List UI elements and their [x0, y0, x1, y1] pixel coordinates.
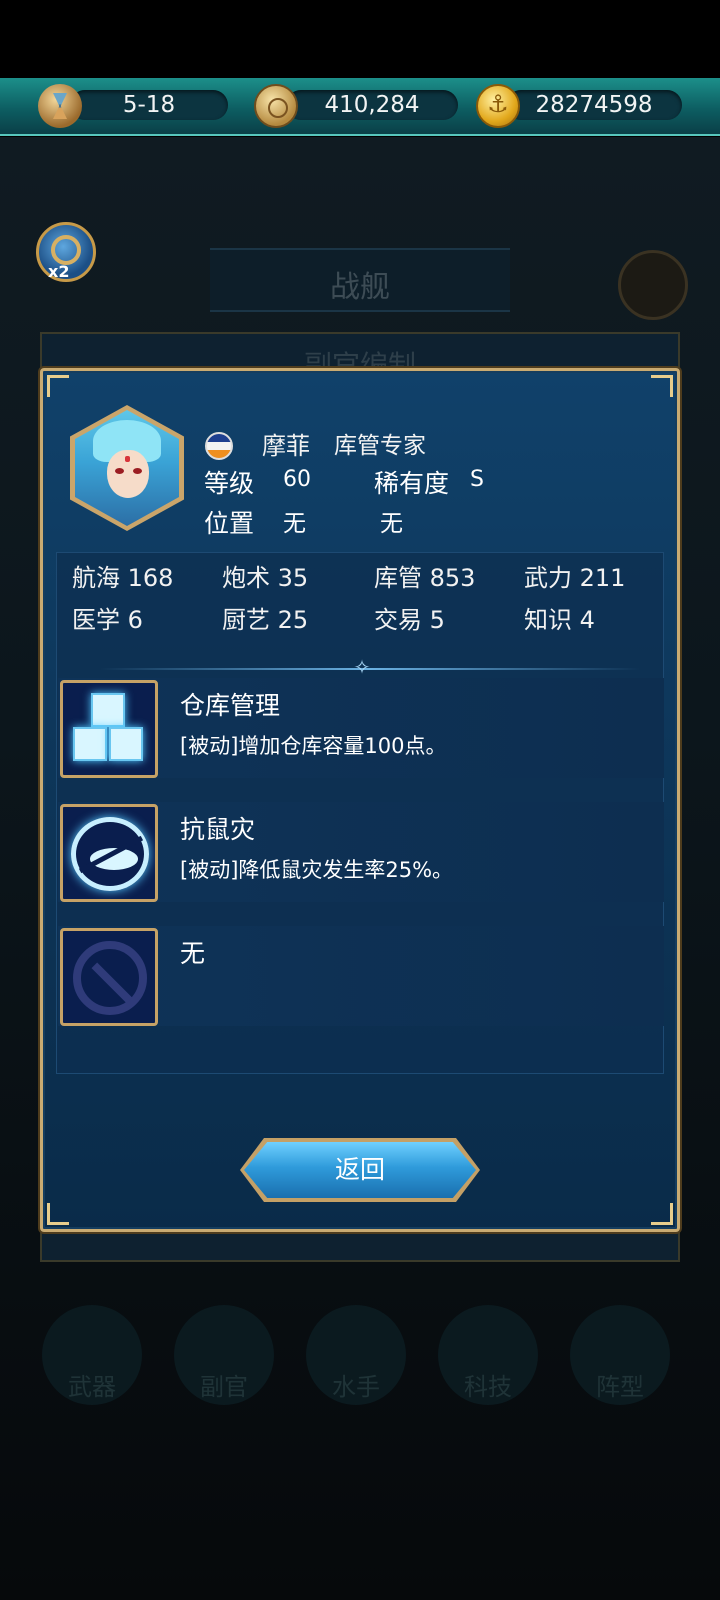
corner-ornament [651, 375, 673, 397]
skill-description: [被动]降低鼠灾发生率25%。 [180, 858, 454, 882]
rarity-value: S [470, 467, 484, 492]
officer-role: 库管专家 [334, 433, 426, 459]
position-value-secondary: 无 [380, 511, 403, 537]
stage-value: 5-18 [122, 92, 176, 118]
skill-title: 抗鼠灾 [180, 815, 256, 844]
nav-label: 武器 [68, 1373, 116, 1401]
nav-label: 水手 [332, 1373, 380, 1401]
stage-slot: 5-18 [70, 90, 228, 120]
magnifier-badge: x2 [48, 262, 70, 281]
return-button-label[interactable]: 返回 [244, 1142, 476, 1198]
stat-medicine: 医学 6 [72, 606, 143, 634]
stat-storage: 库管 853 [374, 564, 476, 592]
skill-row[interactable]: 仓库管理 [被动]增加仓库容量100点。 [58, 678, 664, 778]
corner-ornament [47, 1203, 69, 1225]
background-back-button [618, 250, 688, 320]
stat-combat: 武力 211 [524, 564, 626, 592]
nav-label: 科技 [464, 1373, 512, 1401]
officer-name: 摩菲 [262, 432, 310, 460]
anchor-coin-icon[interactable] [476, 84, 520, 128]
hourglass-icon [38, 84, 82, 128]
divider-ornament-icon: ✧ [353, 655, 371, 679]
level-label: 等级 [204, 469, 255, 498]
silver-slot: 410,284 [286, 90, 458, 120]
skill-description: [被动]增加仓库容量100点。 [180, 734, 447, 758]
nav-formation: 阵型 [570, 1305, 670, 1405]
nav-label: 副官 [200, 1373, 248, 1401]
nav-weapon: 武器 [42, 1305, 142, 1405]
nav-sailor: 水手 [306, 1305, 406, 1405]
stat-cooking: 厨艺 25 [222, 606, 309, 634]
stat-gunnery: 炮术 35 [222, 564, 309, 592]
warehouse-boxes-icon [60, 680, 158, 778]
position-value: 无 [283, 511, 306, 537]
skill-title: 无 [180, 939, 206, 968]
nation-flag-icon [205, 432, 233, 460]
background-title: 战舰 [330, 270, 390, 305]
return-button[interactable]: 返回 [240, 1138, 480, 1202]
stat-trade: 交易 5 [374, 606, 445, 634]
anti-rat-icon [60, 804, 158, 902]
silver-value: 410,284 [324, 92, 420, 118]
position-label: 位置 [204, 509, 255, 538]
status-bar-area [0, 0, 720, 78]
resource-bar: 5-18 410,284 28274598 [0, 78, 720, 136]
gold-slot: 28274598 [506, 90, 682, 120]
rarity-label: 稀有度 [374, 469, 450, 498]
corner-ornament [47, 375, 69, 397]
compass-coin-icon [254, 84, 298, 128]
stat-navigation: 航海 168 [72, 564, 174, 592]
level-value: 60 [283, 467, 311, 492]
nav-officer: 副官 [174, 1305, 274, 1405]
portrait-image [75, 410, 179, 526]
corner-ornament [651, 1203, 673, 1225]
skill-title: 仓库管理 [180, 691, 281, 720]
gold-value: 28274598 [535, 92, 653, 118]
empty-slot-icon [60, 928, 158, 1026]
skill-row[interactable]: 抗鼠灾 [被动]降低鼠灾发生率25%。 [58, 802, 664, 902]
nav-label: 阵型 [596, 1373, 644, 1401]
skill-row[interactable]: 无 [58, 926, 664, 1026]
stat-knowledge: 知识 4 [524, 606, 595, 634]
background-nav: 武器 副官 水手 科技 阵型 [0, 1305, 720, 1415]
nav-tech: 科技 [438, 1305, 538, 1405]
